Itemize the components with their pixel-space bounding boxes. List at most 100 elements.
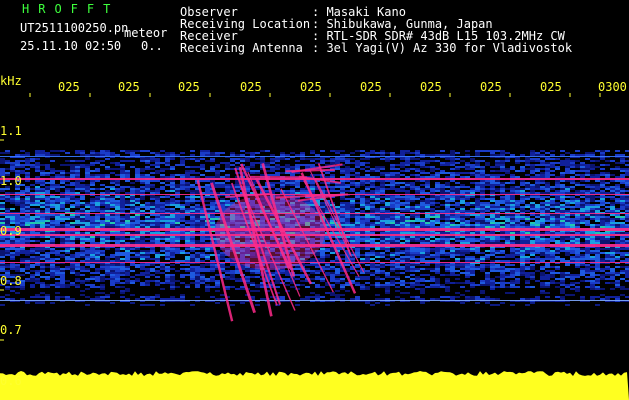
noise-cell (175, 216, 180, 218)
noise-cell (625, 254, 629, 256)
noise-cell (530, 166, 535, 168)
noise-cell (35, 224, 40, 226)
noise-cell (455, 168, 460, 170)
noise-cell (600, 216, 605, 218)
noise-cell (370, 204, 375, 206)
noise-cell (130, 160, 135, 162)
noise-cell (510, 200, 515, 202)
noise-cell (75, 180, 80, 182)
noise-cell (195, 226, 200, 228)
noise-cell (420, 236, 425, 238)
noise-cell (590, 184, 595, 186)
noise-cell (500, 202, 505, 204)
noise-cell (355, 218, 360, 220)
noise-cell (595, 188, 600, 190)
noise-cell (70, 216, 75, 218)
noise-cell (540, 240, 545, 242)
noise-cell (150, 152, 155, 154)
noise-cell (455, 202, 460, 204)
noise-cell (55, 214, 60, 216)
noise-cell (430, 240, 435, 242)
noise-cell (585, 166, 590, 168)
noise-cell (530, 184, 535, 186)
noise-cell (555, 184, 560, 186)
noise-cell (75, 220, 80, 222)
noise-cell (305, 164, 310, 166)
noise-cell (85, 232, 90, 234)
noise-cell (135, 238, 140, 240)
noise-cell (535, 176, 540, 178)
noise-cell (285, 172, 290, 174)
noise-cell (525, 174, 530, 176)
noise-cell (560, 184, 565, 186)
noise-cell (40, 214, 45, 216)
noise-cell (205, 242, 210, 244)
noise-cell (35, 198, 40, 200)
noise-cell (190, 200, 195, 202)
noise-cell (135, 200, 140, 202)
noise-cell (570, 198, 575, 200)
noise-cell (505, 188, 510, 190)
noise-cell (50, 214, 55, 216)
noise-cell (135, 232, 140, 234)
noise-cell (455, 152, 460, 154)
noise-cell (25, 200, 30, 202)
noise-cell (70, 214, 75, 216)
noise-cell (165, 168, 170, 170)
noise-cell (0, 208, 5, 210)
noise-cell (510, 204, 515, 206)
noise-cell (150, 180, 155, 182)
noise-cell (485, 204, 490, 206)
noise-cell (375, 170, 380, 172)
noise-cell (20, 220, 25, 222)
noise-cell (80, 224, 85, 226)
noise-cell (185, 236, 190, 238)
noise-cell (410, 238, 415, 240)
noise-cell (575, 202, 580, 204)
noise-cell (520, 168, 525, 170)
noise-cell (350, 216, 355, 218)
noise-cell (585, 180, 590, 182)
noise-cell (75, 168, 80, 170)
noise-cell (110, 218, 115, 220)
noise-cell (440, 210, 445, 212)
noise-cell (370, 250, 375, 252)
noise-cell (200, 180, 205, 182)
noise-cell (465, 240, 470, 242)
noise-cell (420, 172, 425, 174)
noise-cell (75, 232, 80, 234)
noise-cell (515, 186, 520, 188)
noise-cell (580, 162, 585, 164)
noise-cell (595, 150, 600, 152)
noise-cell (575, 210, 580, 212)
noise-cell (375, 216, 380, 218)
noise-cell (440, 248, 445, 250)
noise-cell (10, 164, 15, 166)
noise-cell (135, 220, 140, 222)
noise-cell (110, 188, 115, 190)
noise-cell (100, 188, 105, 190)
noise-cell (0, 152, 5, 154)
noise-cell (150, 218, 155, 220)
noise-cell (35, 188, 40, 190)
noise-cell (465, 154, 470, 156)
noise-cell (40, 220, 45, 222)
noise-cell (395, 224, 400, 226)
noise-cell (575, 226, 580, 228)
noise-cell (75, 170, 80, 172)
noise-cell (485, 184, 490, 186)
noise-cell (5, 240, 10, 242)
noise-cell (390, 240, 395, 242)
noise-cell (460, 236, 465, 238)
noise-cell (575, 204, 580, 206)
noise-cell (520, 180, 525, 182)
noise-cell (425, 220, 430, 222)
noise-cell (145, 206, 150, 208)
noise-cell (480, 208, 485, 210)
noise-cell (400, 154, 405, 156)
noise-cell (410, 232, 415, 234)
noise-cell (190, 192, 195, 194)
noise-cell (65, 164, 70, 166)
noise-cell (195, 200, 200, 202)
noise-cell (165, 196, 170, 198)
